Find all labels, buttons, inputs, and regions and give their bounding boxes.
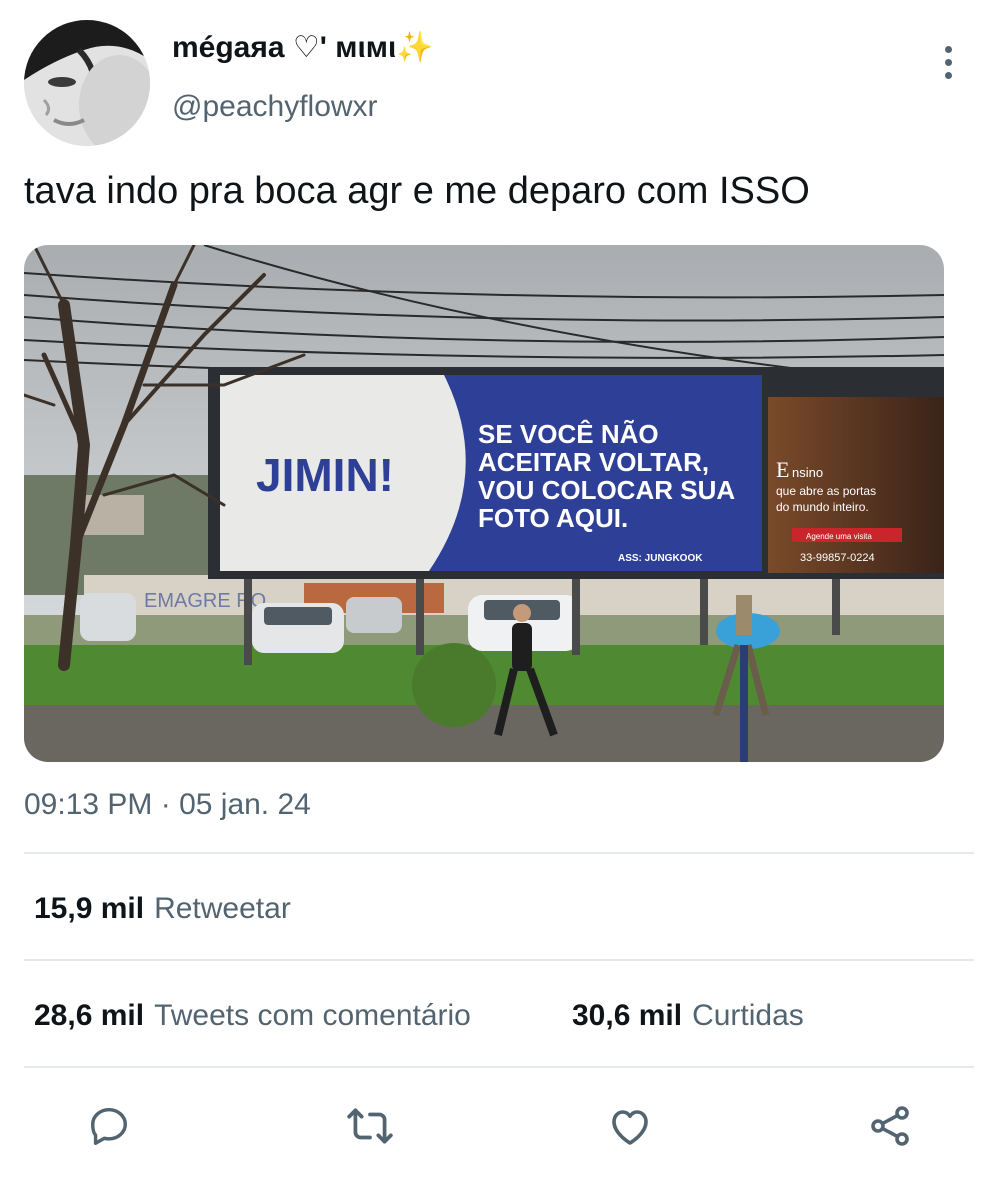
side-ad-initial: E [776,457,789,482]
billboard-line: FOTO AQUI. [478,503,628,533]
billboard-photo: EMAGRE RO JIMIN! SE VOCÊ NÃO ACEITAR VOL… [24,245,944,762]
handle[interactable]: @peachyflowxr [172,90,378,124]
retweets-count: 15,9 mil [34,892,145,925]
billboard-line: ACEITAR VOLTAR, [478,447,709,477]
dot-icon [944,58,952,66]
retweet-icon [347,1108,393,1144]
retweet-button[interactable] [342,1098,398,1154]
share-icon [871,1106,909,1146]
likes-count: 30,6 mil [572,999,683,1032]
car [80,593,136,641]
side-ad-button: Agende uma visita [806,532,872,541]
like-icon [612,1110,648,1145]
divider [24,959,974,961]
retweets-label: Retweetar [154,892,291,925]
billboard-line: SE VOCÊ NÃO [478,419,659,449]
more-options-button[interactable] [930,40,966,84]
likes-stat[interactable]: 30,6 mil Curtidas [572,999,804,1033]
car [346,597,402,633]
car [252,603,344,653]
divider [24,1066,974,1068]
billboard-line: VOU COLOCAR SUA [478,475,735,505]
side-ad-phone: 33-99857-0224 [800,552,875,564]
quotes-count: 28,6 mil [34,999,145,1032]
quotes-label: Tweets com comentário [154,999,471,1032]
tweet-photo[interactable]: EMAGRE RO JIMIN! SE VOCÊ NÃO ACEITAR VOL… [24,245,944,762]
tweet: mégaяa ♡' мιмι✨ @peachyflowxr tava indo … [0,0,1000,1200]
retweets-stat[interactable]: 15,9 mil Retweetar [34,892,291,926]
divider [24,852,974,854]
share-button[interactable] [862,1098,918,1154]
display-name[interactable]: mégaяa ♡' мιмι✨ [172,30,434,65]
tweet-text: tava indo pra boca agr e me deparo com I… [24,170,810,212]
avatar-image [24,20,150,146]
tweet-timestamp[interactable]: 09:13 PM · 05 jan. 24 [24,788,311,822]
side-ad-title: nsino [792,465,823,480]
dot-icon [944,45,952,53]
quotes-stat[interactable]: 28,6 mil Tweets com comentário [34,999,471,1033]
side-ad-line: do mundo inteiro. [776,500,869,514]
like-button[interactable] [602,1098,658,1154]
avatar[interactable] [24,20,150,146]
billboard-signature: ASS: JUNGKOOK [618,553,703,564]
reply-icon [90,1107,128,1145]
side-ad-line: que abre as portas [776,484,876,498]
billboard-name: JIMIN! [256,449,394,501]
reply-button[interactable] [81,1098,137,1154]
dot-icon [944,71,952,79]
likes-label: Curtidas [692,999,804,1032]
